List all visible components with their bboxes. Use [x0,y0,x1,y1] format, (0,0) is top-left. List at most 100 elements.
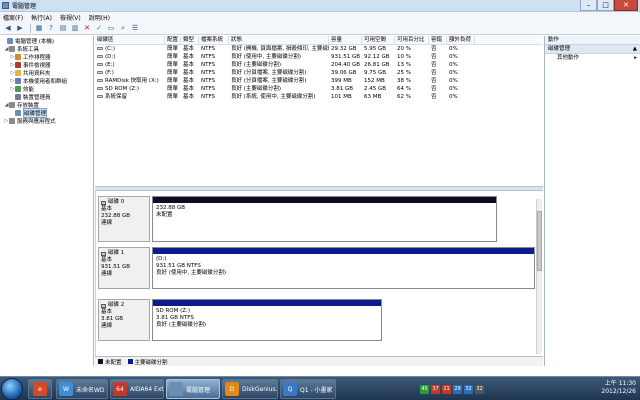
column-header[interactable]: 類型 [181,36,199,44]
minimize-button[interactable]: – [580,0,597,11]
properties-icon[interactable]: ▤ [58,23,68,33]
close-button[interactable]: ✕ [614,0,638,11]
actions-section[interactable]: 磁碟管理 ▲ [545,45,640,54]
taskbar-app[interactable]: D DiskGenius... [222,379,278,399]
start-button[interactable] [1,378,23,400]
folder-icon [15,70,21,76]
vertical-scrollbar[interactable] [536,199,542,354]
partition-z[interactable]: SD ROM (Z:) 3.81 GB NTFS 良好 (主要磁碟分割) [152,299,382,341]
search-icon[interactable]: ⌕ [118,23,128,33]
tree-item-local-users[interactable]: ▷ 本機使用者和群組 [0,77,93,85]
taskbar-app[interactable]: 64AIDA64 Ext... [110,379,164,399]
volume-cell: 2.45 GB [364,86,387,92]
volume-row[interactable]: (E:) 簡單 基本 NTFS 良好 (主要磁碟分割) 204.40 GB 26.81 GB… [95,61,543,69]
volume-cell: 良好 (主要磁碟分割) [231,62,282,68]
menu-action[interactable]: 執行(A) [31,13,52,22]
view-list-icon[interactable]: ☰ [130,23,140,33]
volume-cell: RAMDisk 快取用 (X:) [95,77,165,85]
column-header[interactable]: 配置 [165,36,181,44]
volume-row[interactable]: SD ROM (Z:) 簡單 基本 NTFS 良好 (主要磁碟分割) 3.81 GB 2.4… [95,85,543,93]
back-arrow-icon[interactable]: ◀ [3,23,13,33]
volume-cell: 152 MB [364,78,385,84]
console-tree-icon[interactable]: ▦ [34,23,44,33]
checkmark-icon[interactable]: ✓ [94,23,104,33]
volume-row[interactable]: (D:) 簡單 基本 NTFS 良好 (使用中, 主要磁碟分割) 931.51 GB 92.… [95,53,543,61]
volume-cell: 簡單 [167,86,179,92]
volume-table-header: 磁碟區 配置 類型 檔案系統 狀態 容量 可用空間 可用百分比 容錯 額外負荷 [95,36,543,45]
volume-cell: 0% [449,54,458,60]
disk-label[interactable]: 磁碟 2 基本 3.81 GB 連線 [98,299,150,341]
window-titlebar[interactable]: 電腦管理 – □ ✕ [0,0,640,12]
volume-cell: 25 % [397,70,411,76]
column-header[interactable]: 狀態 [229,36,329,44]
legend-primary: 主要磁碟分割 [134,359,168,366]
tray-icon[interactable]: 45 [420,384,429,394]
partition-d[interactable]: (D:) 931.51 GB NTFS 良好 (使用中, 主要磁碟分割) [152,247,535,289]
tree-item-shared-folders[interactable]: ▷ 共用資料夾 [0,69,93,77]
volume-row[interactable]: (C:)簡單基本NTFS良好 (開機, 頁面檔案, 損毀傾印, 主要磁碟分割)2… [95,45,543,53]
column-header[interactable]: 容量 [329,36,362,44]
event-log-icon [15,62,21,68]
performance-icon [15,86,21,92]
storage-icon [9,102,15,108]
tray-icon[interactable]: 32 [475,384,484,394]
tray-icon[interactable]: 21 [442,384,451,394]
tray-icon[interactable]: 37 [431,384,440,394]
disk-label[interactable]: 磁碟 1 基本 931.51 GB 連線 [98,247,150,289]
app-icon: W [59,382,73,396]
tree-item-performance[interactable]: ▷ 效能 [0,85,93,93]
volume-row[interactable]: RAMDisk 快取用 (X:) 簡單 基本 NTFS 良好 (分頁檔案, 主要磁碟分割… [95,77,543,85]
more-actions-item[interactable]: 其他動作 ▸ [545,54,640,63]
volume-cell: 39.06 GB [331,70,357,76]
disk-1[interactable]: 磁碟 1 基本 931.51 GB 連線 (D:) 931.51 GB NTFS… [98,247,538,289]
column-header[interactable]: 可用空間 [362,36,395,44]
volume-cell: NTFS [201,54,216,60]
tree-item-system-tools[interactable]: ◢ 系統工具 [0,45,93,53]
column-header[interactable]: 磁碟區 [95,36,165,44]
computer-icon [7,38,13,44]
open-folder-icon[interactable]: ▭ [106,23,116,33]
collapse-up-icon[interactable]: ▲ [633,45,637,53]
users-icon [15,78,21,84]
tree-item-services-apps[interactable]: ▷ 服務與應用程式 [0,117,93,125]
clock[interactable]: 上午 11:30 2012/12/26 [601,380,636,396]
volume-cell: 簡單 [167,70,179,76]
navigation-tree: 電腦管理 (本機) ◢ 系統工具 ▷ 工作排程器 ▷ 事件檢視器 ▷ 共用資料夾… [0,36,94,366]
volume-row[interactable]: (F:) 簡單 基本 NTFS 良好 (分頁檔案, 主要磁碟分割) 39.06 GB 9.7… [95,69,543,77]
volume-cell: 否 [431,46,437,52]
taskbar-app[interactable]: 電腦管理 [166,379,220,399]
taskbar-app[interactable]: e [28,379,52,399]
disk-0[interactable]: 磁碟 0 基本 232.88 GB 連線 232.88 GB 未配置 [98,196,538,242]
column-header[interactable]: 檔案系統 [199,36,229,44]
tree-item-task-scheduler[interactable]: ▷ 工作排程器 [0,53,93,61]
disk-label[interactable]: 磁碟 0 基本 232.88 GB 連線 [98,196,150,242]
forward-arrow-icon[interactable]: ▶ [15,23,25,33]
menu-file[interactable]: 檔案(F) [3,13,23,22]
disk-2[interactable]: 磁碟 2 基本 3.81 GB 連線 SD ROM (Z:) 3.81 GB N… [98,299,538,341]
disk-graphical-view: 磁碟 0 基本 232.88 GB 連線 232.88 GB 未配置 磁碟 1 … [95,191,543,356]
taskbar-app[interactable]: Q Q1 - 小畫家 [280,379,336,399]
delete-icon[interactable]: ✕ [82,23,92,33]
tree-item-root[interactable]: 電腦管理 (本機) [0,37,93,45]
volume-cell: 0% [449,86,458,92]
tree-item-event-viewer[interactable]: ▷ 事件檢視器 [0,61,93,69]
column-header[interactable]: 可用百分比 [395,36,429,44]
tray-icon[interactable]: 32 [464,384,473,394]
volume-cell: 良好 (主要磁碟分割) [231,86,282,92]
maximize-button[interactable]: □ [597,0,614,11]
volume-row[interactable]: 系統保留 簡單 基本 NTFS 良好 (系統, 使用中, 主要磁碟分割) 101 MB 63… [95,93,543,101]
menu-help[interactable]: 說明(H) [89,13,110,22]
volume-cell: 0% [449,70,458,76]
scrollbar-thumb[interactable] [537,211,542,271]
help-icon[interactable]: ? [46,23,56,33]
column-header[interactable]: 容錯 [429,36,447,44]
tree-item-device-manager[interactable]: 裝置管理員 [0,93,93,101]
partition-unallocated[interactable]: 232.88 GB 未配置 [152,196,497,242]
grid-icon[interactable]: ▥ [70,23,80,33]
actions-header: 動作 [545,36,640,45]
tree-item-disk-management[interactable]: 磁碟管理 [0,108,93,118]
column-header[interactable]: 額外負荷 [447,36,475,44]
taskbar-app[interactable]: W未命名WD ... [56,379,108,399]
tray-icon[interactable]: 29 [453,384,462,394]
menu-view[interactable]: 檢視(V) [60,13,81,22]
